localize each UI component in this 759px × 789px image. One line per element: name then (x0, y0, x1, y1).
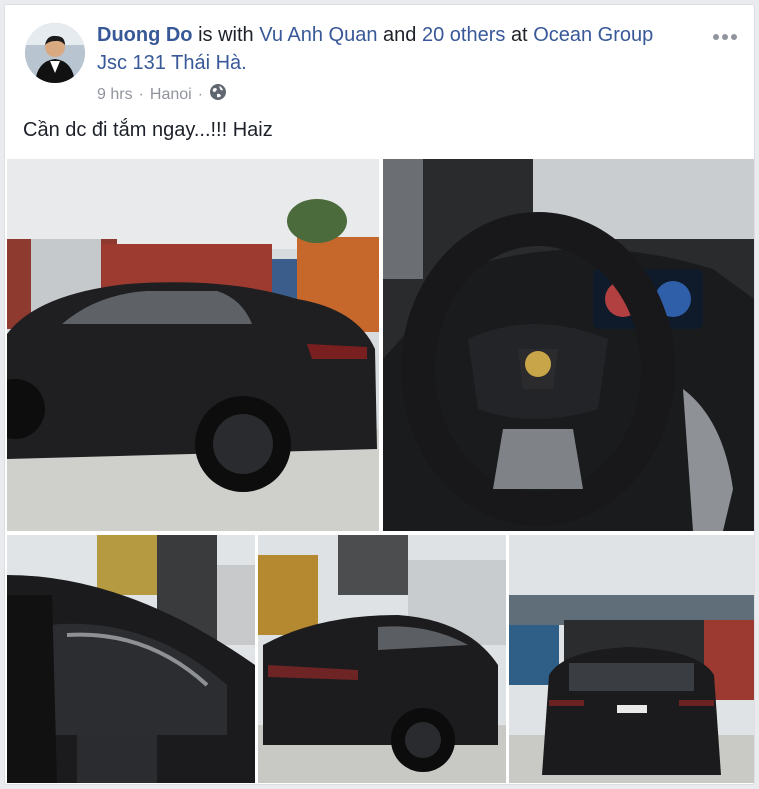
post-timestamp[interactable]: 9 hrs (97, 86, 133, 104)
post-photo-2[interactable] (383, 159, 754, 531)
others-link[interactable]: 20 others (422, 24, 505, 46)
car-rear-three-quarter-photo (258, 535, 506, 783)
meta-separator: · (138, 85, 144, 103)
car-rear-container-photo (509, 535, 754, 783)
tagged-person-link[interactable]: Vu Anh Quan (259, 24, 377, 46)
car-interior-photo (7, 535, 255, 783)
post-card: Duong Do is with Vu Anh Quan and 20 othe… (4, 4, 755, 785)
post-header: Duong Do is with Vu Anh Quan and 20 othe… (97, 21, 687, 77)
post-location[interactable]: Hanoi (150, 86, 192, 104)
more-horizontal-icon[interactable] (710, 27, 740, 47)
car-side-photo (7, 159, 379, 531)
steering-wheel-photo (383, 159, 754, 531)
post-photo-5[interactable] (509, 535, 754, 783)
post-photo-3[interactable] (7, 535, 255, 783)
at-text: at (510, 24, 528, 46)
meta-separator: · (197, 85, 204, 103)
post-photo-1[interactable] (7, 159, 379, 531)
author-avatar[interactable] (25, 23, 85, 83)
globe-icon[interactable] (209, 83, 227, 106)
post-photo-4[interactable] (258, 535, 506, 783)
author-name-link[interactable]: Duong Do (97, 24, 193, 46)
post-message: Cần dc đi tắm ngay...!!! Haiz (23, 119, 273, 141)
post-meta: 9 hrs · Hanoi · (97, 83, 227, 106)
with-text: is with (198, 24, 254, 46)
and-text: and (383, 24, 417, 46)
